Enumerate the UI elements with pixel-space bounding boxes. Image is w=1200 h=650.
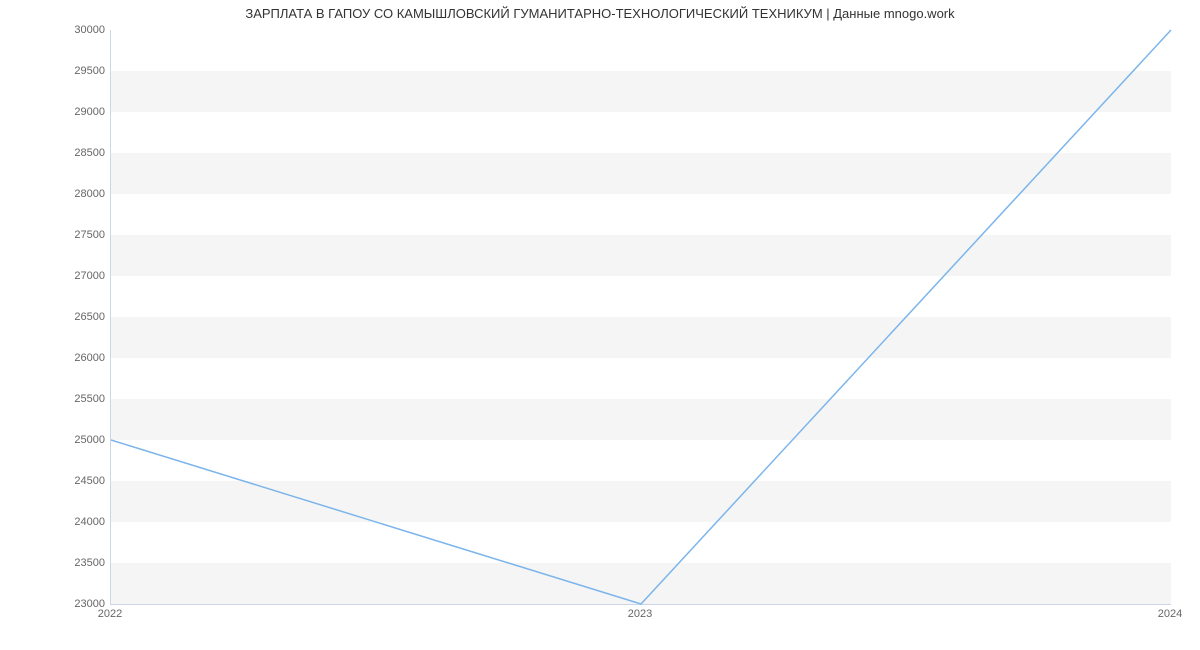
x-tick-label: 2023 [628,608,652,620]
y-tick-label: 24500 [25,475,105,487]
y-tick-label: 26000 [25,352,105,364]
y-tick-label: 29000 [25,106,105,118]
chart-line-svg [111,30,1171,604]
y-tick-label: 27500 [25,229,105,241]
y-tick-label: 30000 [25,24,105,36]
y-tick-label: 29500 [25,65,105,77]
chart-title: ЗАРПЛАТА В ГАПОУ СО КАМЫШЛОВСКИЙ ГУМАНИТ… [0,6,1200,21]
x-tick-label: 2024 [1158,608,1182,620]
y-tick-label: 28500 [25,147,105,159]
plot-area [110,30,1171,605]
x-tick-label: 2022 [98,608,122,620]
chart-container: ЗАРПЛАТА В ГАПОУ СО КАМЫШЛОВСКИЙ ГУМАНИТ… [0,0,1200,650]
y-tick-label: 24000 [25,516,105,528]
y-tick-label: 25000 [25,434,105,446]
y-tick-label: 28000 [25,188,105,200]
y-tick-label: 27000 [25,270,105,282]
y-tick-label: 23000 [25,598,105,610]
y-tick-label: 23500 [25,557,105,569]
series-line [111,30,1171,604]
y-tick-label: 26500 [25,311,105,323]
y-tick-label: 25500 [25,393,105,405]
